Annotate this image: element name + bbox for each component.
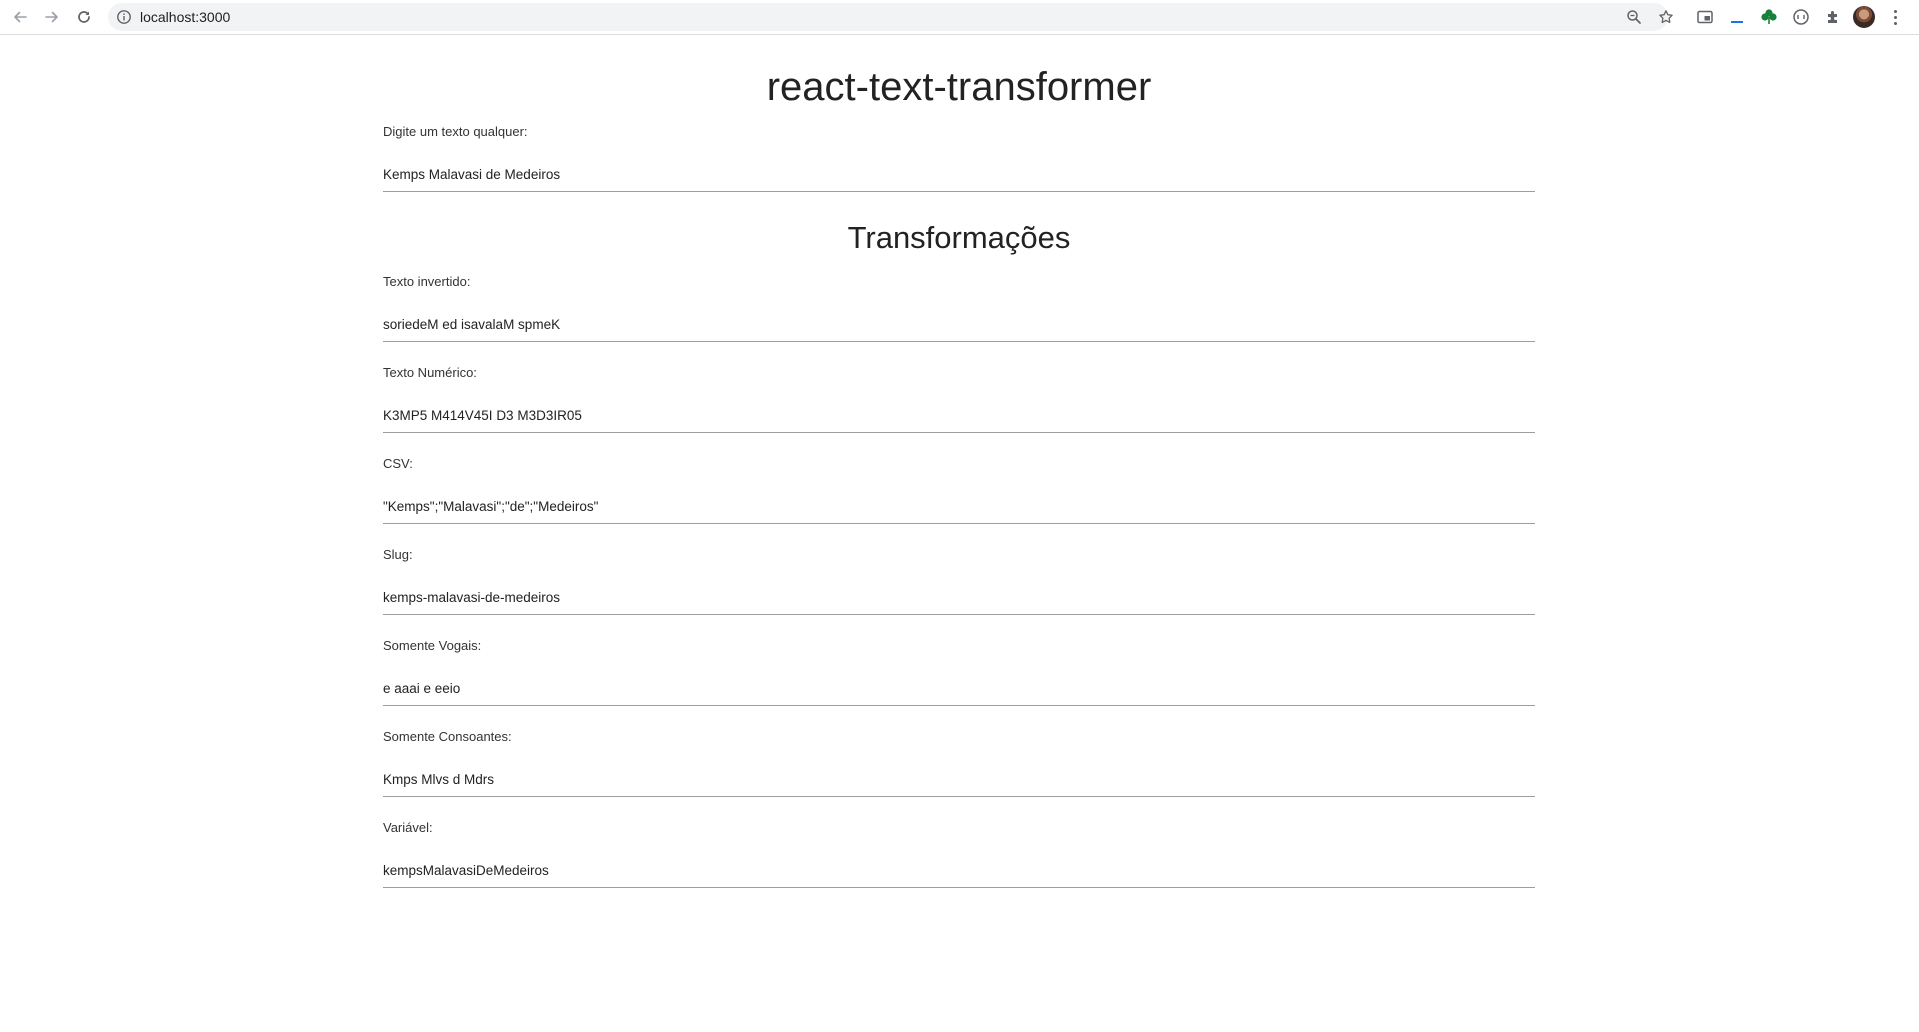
- zoom-icon: [1627, 10, 1641, 24]
- puzzle-icon: [1828, 11, 1837, 23]
- numeric-text-label: Texto Numérico:: [383, 365, 477, 380]
- app-title: react-text-transformer: [766, 65, 1152, 109]
- main-input-label: Digite um texto qualquer:: [383, 124, 528, 139]
- zoom-button[interactable]: [1624, 8, 1644, 26]
- clover-icon: [1761, 9, 1777, 24]
- dot-icon: [1893, 15, 1897, 19]
- extensions-button[interactable]: [1822, 6, 1844, 28]
- numeric-text-output[interactable]: [383, 399, 1535, 433]
- address-bar-url[interactable]: localhost:3000: [140, 3, 230, 31]
- back-button[interactable]: [7, 5, 33, 29]
- extension-dash-button[interactable]: [1726, 6, 1748, 28]
- variable-field: Variável:: [383, 820, 1535, 888]
- consonants-only-output[interactable]: [383, 763, 1535, 797]
- dot-icon: [1893, 21, 1897, 25]
- bookmark-button[interactable]: [1656, 8, 1676, 26]
- vowels-only-field: Somente Vogais:: [383, 638, 1535, 706]
- reload-icon: [78, 11, 90, 23]
- slug-label: Slug:: [383, 547, 413, 562]
- inverted-text-label: Texto invertido:: [383, 274, 471, 289]
- csv-output[interactable]: [383, 490, 1535, 524]
- forward-button[interactable]: [39, 5, 65, 29]
- arrow-left-icon: [14, 11, 27, 23]
- consonants-only-label: Somente Consoantes:: [383, 729, 512, 744]
- star-icon: [1659, 10, 1673, 24]
- app-container: react-text-transformer Digite um texto q…: [383, 36, 1535, 888]
- profile-avatar[interactable]: [1853, 6, 1875, 28]
- csv-field: CSV:: [383, 456, 1535, 524]
- arrow-right-icon: [45, 11, 58, 23]
- picture-in-picture-button[interactable]: [1694, 6, 1716, 28]
- dot-icon: [1893, 9, 1897, 13]
- vowels-only-output[interactable]: [383, 672, 1535, 706]
- inverted-text-field: Texto invertido:: [383, 274, 1535, 342]
- csv-label: CSV:: [383, 456, 413, 471]
- vowels-only-label: Somente Vogais:: [383, 638, 482, 653]
- main-text-input[interactable]: [383, 158, 1535, 192]
- consonants-only-field: Somente Consoantes:: [383, 729, 1535, 797]
- picture-in-picture-icon: [1697, 10, 1713, 24]
- slug-output[interactable]: [383, 581, 1535, 615]
- transformations-title: Transformações: [847, 220, 1071, 255]
- circle-extension-icon: [1793, 9, 1809, 25]
- variable-output[interactable]: [383, 854, 1535, 888]
- extension-circle-button[interactable]: [1790, 6, 1812, 28]
- numeric-text-field: Texto Numérico:: [383, 365, 1535, 433]
- browser-menu-button[interactable]: [1888, 6, 1902, 28]
- main-input-field: Digite um texto qualquer:: [383, 124, 1535, 192]
- dash-icon: [1731, 21, 1743, 23]
- info-icon[interactable]: [116, 9, 132, 25]
- reload-button[interactable]: [71, 5, 97, 29]
- extension-leaf-button[interactable]: [1758, 6, 1780, 28]
- slug-field: Slug:: [383, 547, 1535, 615]
- browser-toolbar: localhost:3000: [0, 0, 1919, 35]
- address-bar[interactable]: localhost:3000: [108, 3, 1673, 31]
- variable-label: Variável:: [383, 820, 433, 835]
- inverted-text-output[interactable]: [383, 308, 1535, 342]
